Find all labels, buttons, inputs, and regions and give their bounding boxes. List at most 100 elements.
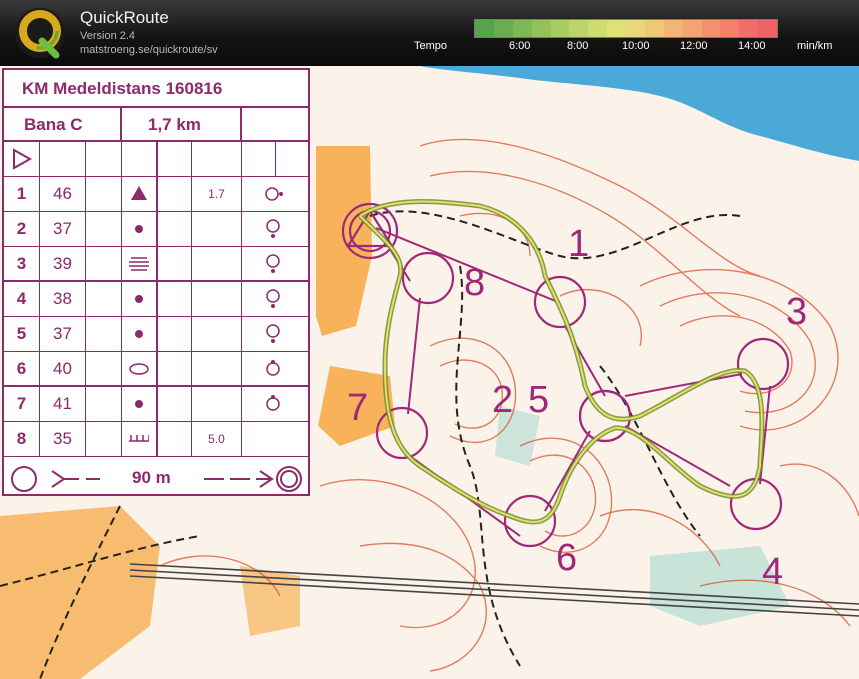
control-number: 3 (4, 247, 40, 280)
control-blank (158, 247, 192, 280)
control-number: 1 (4, 177, 40, 211)
tempo-scale-segment (720, 20, 740, 37)
feature-symbol-icon (122, 387, 158, 421)
control-blank (86, 247, 122, 280)
control-number-label: 7 (347, 387, 368, 429)
tempo-scale-segment (493, 20, 513, 37)
control-number-label: 1 (568, 223, 589, 265)
control-code: 35 (40, 422, 86, 456)
control-blank (158, 317, 192, 351)
feature-dimension: 1.7 (192, 177, 242, 211)
feature-dimension (192, 212, 242, 246)
control-row: 5 37 (4, 317, 308, 352)
finish-start-circle-icon (11, 466, 37, 492)
app-header: Q QuickRoute Version 2.4 matstroeng.se/q… (0, 0, 859, 66)
feature-symbol-icon (122, 282, 158, 316)
finish-distance: 90 m (132, 468, 171, 487)
control-row: 2 37 (4, 212, 308, 247)
feature-dimension (192, 282, 242, 316)
control-position-icon (242, 212, 308, 246)
finish-row: 90 m (4, 462, 308, 496)
control-blank (86, 387, 122, 421)
control-row: 4 38 (4, 282, 308, 317)
control-blank (86, 352, 122, 385)
tempo-scale-segment (588, 20, 608, 37)
start-symbol (4, 142, 40, 176)
tempo-unit: min/km (797, 40, 833, 52)
tempo-scale-segment (607, 20, 626, 37)
tempo-tick: 12:00 (680, 40, 708, 52)
control-row: 3 39 (4, 247, 308, 282)
logo-letter: Q (14, 7, 15, 8)
tempo-label: Tempo (414, 40, 448, 52)
control-number: 6 (4, 352, 40, 385)
control-code: 41 (40, 387, 86, 421)
control-row: 1 46 1.7 (4, 177, 308, 212)
feature-symbol-icon (122, 317, 158, 351)
feature-symbol-icon (122, 422, 158, 456)
control-code: 38 (40, 282, 86, 316)
feature-symbol-icon (122, 352, 158, 385)
feature-dimension (192, 247, 242, 280)
tempo-tick: 6:00 (509, 40, 531, 52)
app-version: Version 2.4 (80, 30, 136, 42)
tempo-tick: 8:00 (567, 40, 589, 52)
quickroute-logo: Q (14, 7, 65, 59)
control-number: 8 (4, 422, 40, 456)
control-blank (86, 177, 122, 211)
control-code: 37 (40, 212, 86, 246)
tempo-scale-segment (569, 20, 589, 37)
control-number-label: 2 (492, 379, 513, 421)
control-position-icon (242, 352, 308, 385)
tempo-scale-segment (550, 20, 570, 37)
control-row: 7 41 (4, 387, 308, 422)
course-name: Bana C (4, 108, 122, 142)
feature-symbol-icon (122, 247, 158, 280)
tempo-scale-segment (512, 20, 532, 37)
tempo-scale-segment (701, 20, 721, 37)
control-position-icon (242, 247, 308, 280)
control-code: 39 (40, 247, 86, 280)
control-number-label: 6 (556, 537, 577, 579)
control-position-icon (242, 177, 308, 211)
event-title: KM Medeldistans 160816 (4, 70, 308, 108)
control-number-label: 5 (528, 379, 549, 421)
control-code: 40 (40, 352, 86, 385)
app-url[interactable]: matstroeng.se/quickroute/sv (80, 44, 218, 56)
feature-symbol-icon (122, 212, 158, 246)
course-blank-cell (242, 108, 308, 142)
start-row (4, 142, 308, 177)
feature-dimension (192, 387, 242, 421)
control-position-icon (242, 422, 308, 456)
control-number-label: 3 (786, 291, 807, 333)
control-blank (86, 317, 122, 351)
control-blank (86, 282, 122, 316)
control-position-icon (242, 282, 308, 316)
tempo-scale-segment (682, 20, 702, 37)
control-position-icon (242, 387, 308, 421)
feature-dimension (192, 352, 242, 385)
control-blank (86, 212, 122, 246)
tempo-scale-segment (739, 20, 759, 37)
tempo-scale-segment (644, 20, 664, 37)
control-blank (158, 422, 192, 456)
tempo-scale-segment (758, 20, 777, 37)
feature-dimension: 5.0 (192, 422, 242, 456)
control-blank (158, 352, 192, 385)
tempo-scale-segment (475, 20, 494, 37)
control-number: 2 (4, 212, 40, 246)
feature-dimension (192, 317, 242, 351)
control-code: 37 (40, 317, 86, 351)
control-row: 6 40 (4, 352, 308, 387)
control-number: 4 (4, 282, 40, 316)
tempo-scale-segment (626, 20, 645, 37)
control-blank (158, 212, 192, 246)
tempo-scale-segment (663, 20, 683, 37)
control-row: 8 35 5.0 (4, 422, 308, 457)
control-number: 7 (4, 387, 40, 421)
control-number-label: 8 (464, 262, 485, 304)
control-blank (158, 282, 192, 316)
control-number: 5 (4, 317, 40, 351)
tempo-tick: 14:00 (738, 40, 766, 52)
control-code: 46 (40, 177, 86, 211)
